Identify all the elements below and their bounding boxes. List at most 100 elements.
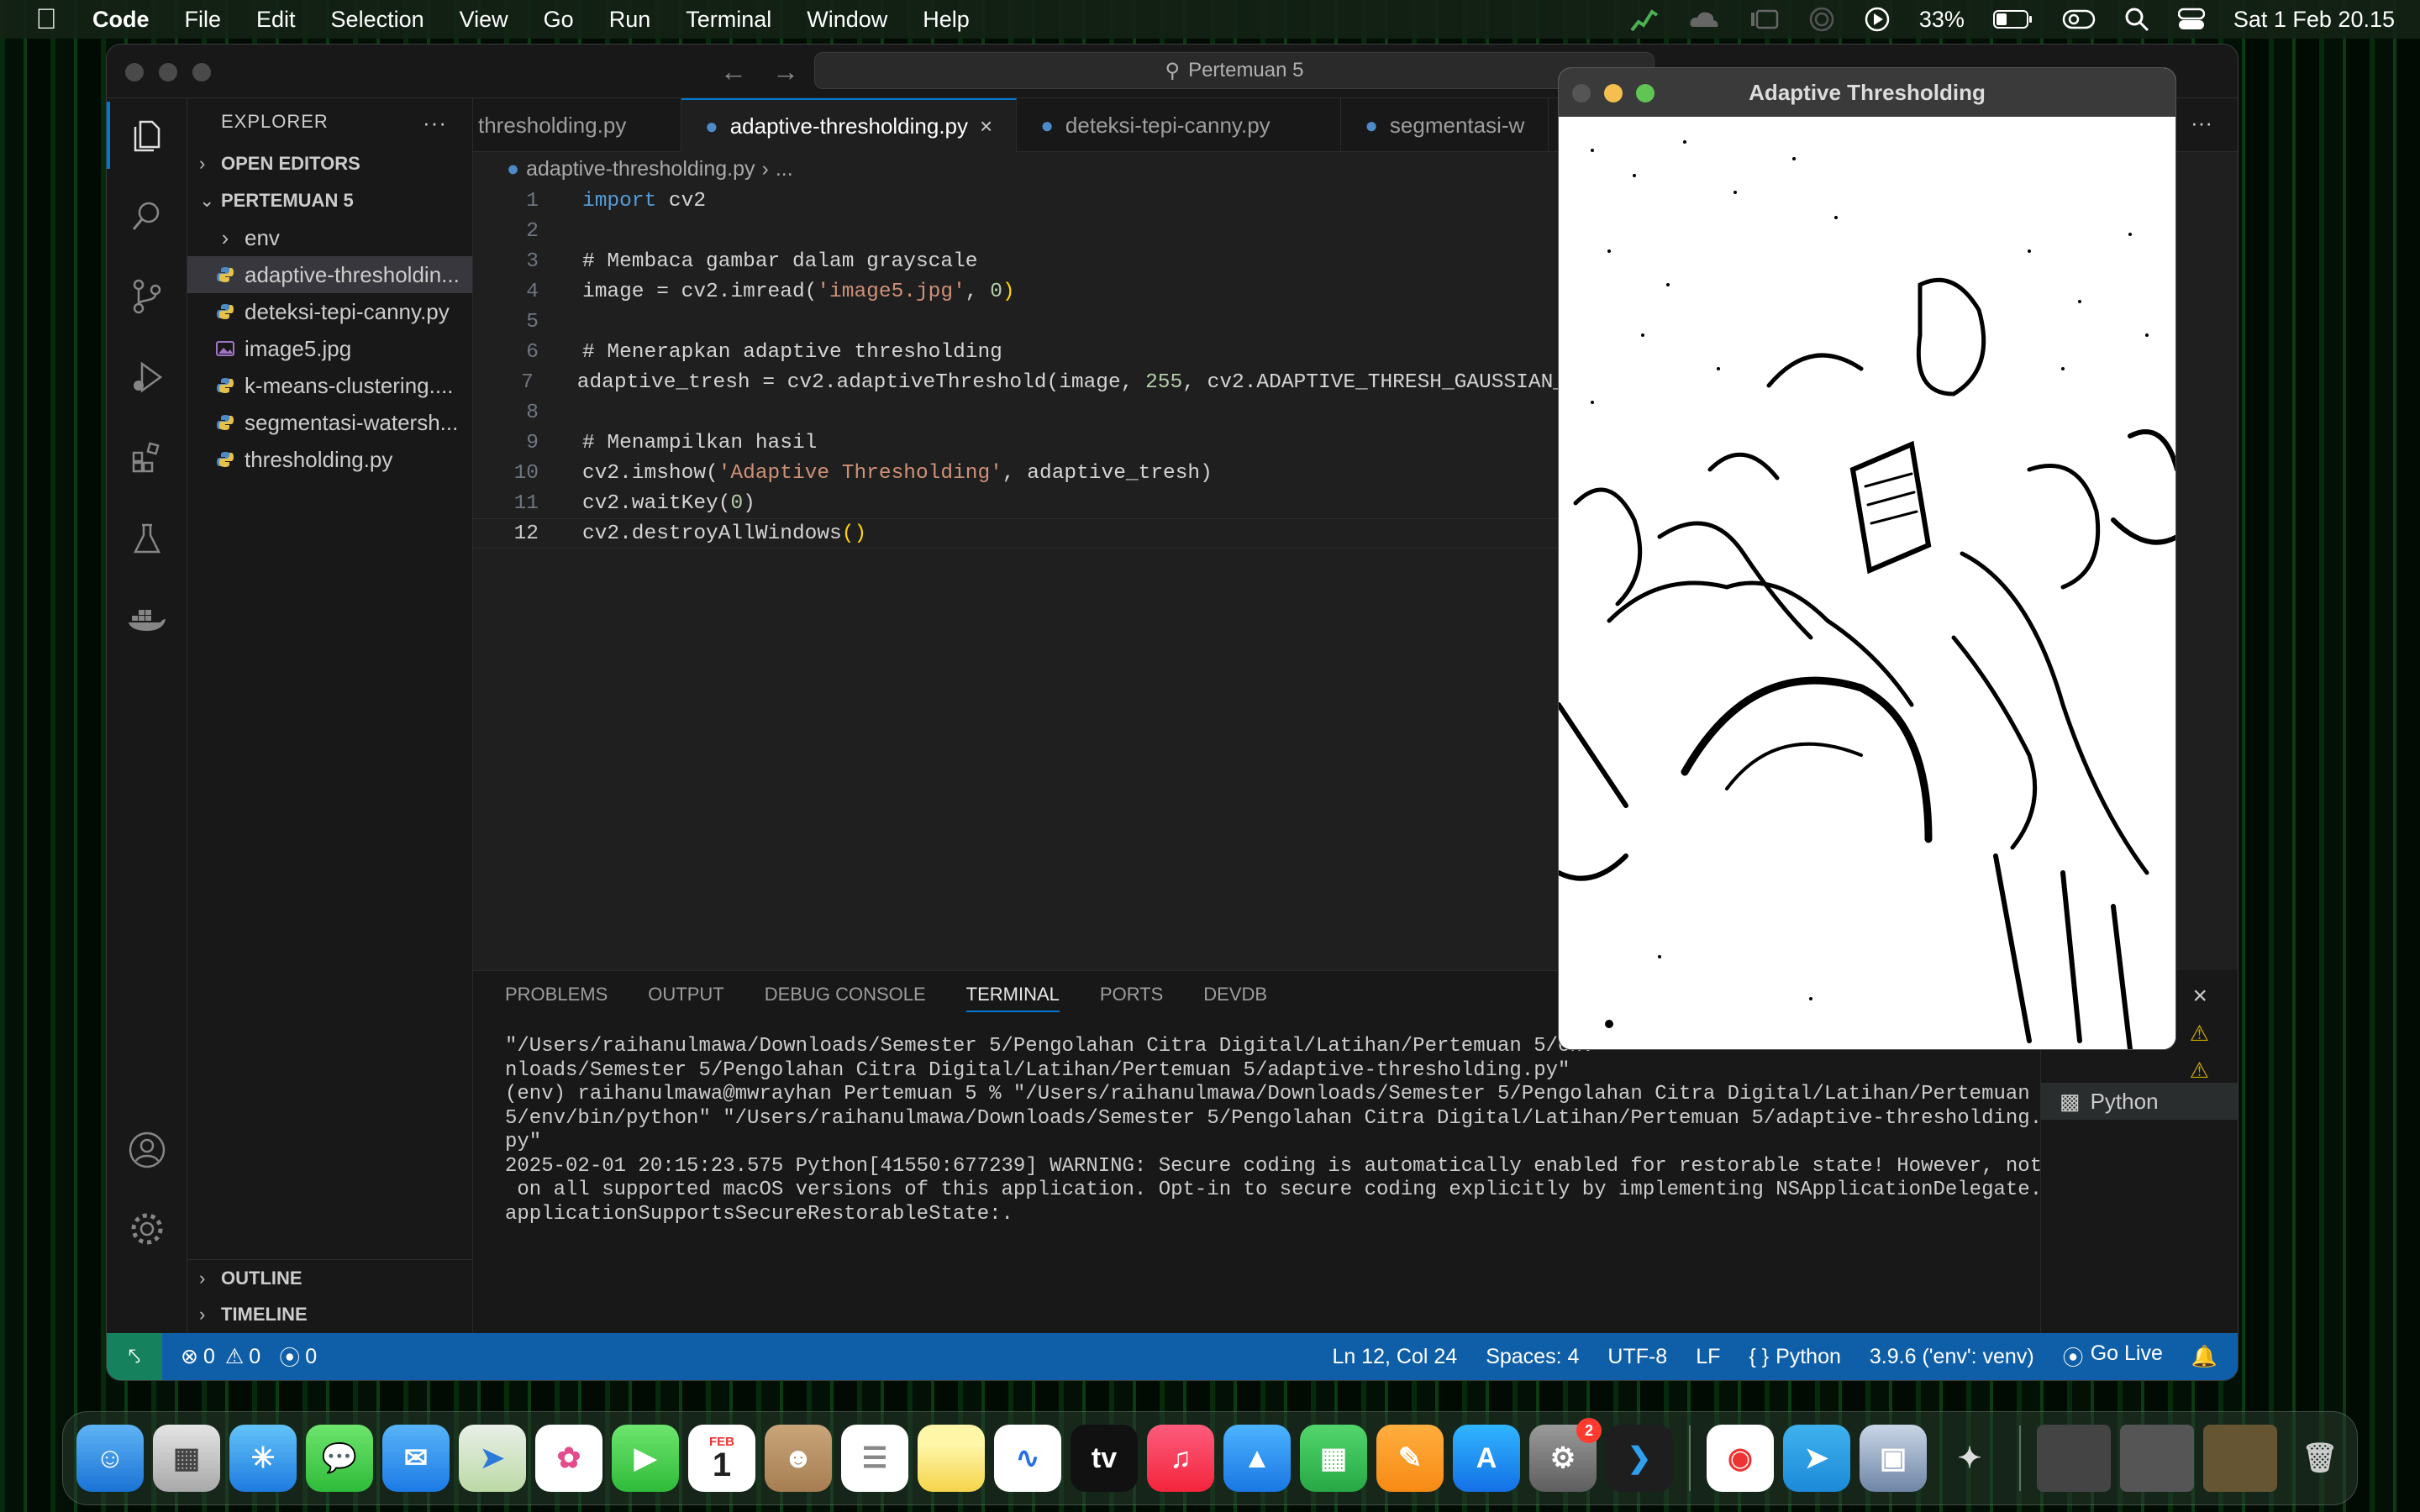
- stage-manager-icon[interactable]: [1749, 8, 1780, 31]
- terminal-instance-python[interactable]: ▩ Python: [2041, 1083, 2238, 1120]
- numbers-icon[interactable]: ▦: [1300, 1425, 1367, 1492]
- control-center-icon[interactable]: [2177, 8, 2205, 31]
- tree-item-segmentasi-watershed[interactable]: segmentasi-watersh...: [187, 404, 472, 441]
- notes-icon[interactable]: [918, 1425, 985, 1492]
- rocket-icon[interactable]: ✦: [1936, 1425, 2003, 1492]
- cloud-icon[interactable]: [1687, 8, 1721, 30]
- tab-ports[interactable]: PORTS: [1100, 984, 1163, 1005]
- python-interpreter[interactable]: 3.9.6 ('env': venv): [1870, 1345, 2034, 1369]
- zoom-window-button[interactable]: [192, 63, 211, 81]
- safari-icon[interactable]: ✳: [229, 1425, 297, 1492]
- tab-deteksi-tepi-canny[interactable]: ● deteksi-tepi-canny.py: [1017, 98, 1342, 152]
- indentation[interactable]: Spaces: 4: [1486, 1345, 1579, 1369]
- code-editor[interactable]: 1 import cv2 2 3 # Membaca gambar dalam gr…: [473, 186, 1565, 549]
- messages-icon[interactable]: 💬: [306, 1425, 373, 1492]
- tab-adaptive-thresholding[interactable]: ● adaptive-thresholding.py ×: [681, 98, 1018, 152]
- cursor-position[interactable]: Ln 12, Col 24: [1332, 1345, 1457, 1369]
- tab-debug-console[interactable]: DEBUG CONSOLE: [765, 984, 926, 1005]
- clock[interactable]: Sat 1 Feb 20.15: [2233, 7, 2395, 33]
- notifications-bell-icon[interactable]: 🔔: [2191, 1345, 2217, 1369]
- photos-icon[interactable]: ✿: [535, 1425, 602, 1492]
- chrome-icon[interactable]: ◉: [1707, 1425, 1774, 1492]
- preview-icon[interactable]: ▣: [1860, 1425, 1927, 1492]
- tree-item-k-means-clustering[interactable]: k-means-clustering....: [187, 367, 472, 404]
- tab-segmentasi[interactable]: ● segmentasi-w: [1341, 98, 1549, 152]
- menu-go[interactable]: Go: [544, 7, 574, 33]
- menu-terminal[interactable]: Terminal: [686, 7, 771, 33]
- tab-thresholding[interactable]: thresholding.py: [473, 98, 681, 152]
- close-panel-icon[interactable]: ×: [2192, 982, 2207, 1011]
- forward-arrow-icon[interactable]: →: [772, 56, 799, 87]
- zoom-window-button[interactable]: [1636, 84, 1655, 102]
- tab-output[interactable]: OUTPUT: [648, 984, 723, 1005]
- more-tabs-icon[interactable]: ···: [2191, 110, 2212, 136]
- open-editors-section[interactable]: › OPEN EDITORS: [187, 145, 472, 182]
- account-icon[interactable]: [107, 1116, 187, 1184]
- music-icon[interactable]: ♫: [1147, 1425, 1214, 1492]
- tree-item-adaptive-thresholding[interactable]: adaptive-thresholdin...: [187, 256, 472, 293]
- menu-selection[interactable]: Selection: [331, 7, 424, 33]
- calendar-icon[interactable]: FEB 1: [688, 1425, 755, 1492]
- airdrop-icon[interactable]: [1808, 6, 1835, 33]
- minimized-window-thumbnail[interactable]: [2120, 1425, 2194, 1492]
- app-store-icon[interactable]: A: [1453, 1425, 1520, 1492]
- remote-icon[interactable]: ⤣: [107, 1333, 162, 1380]
- tree-item-thresholding[interactable]: thresholding.py: [187, 441, 472, 478]
- keynote-icon[interactable]: ▲: [1223, 1425, 1291, 1492]
- freeform-icon[interactable]: ∿: [994, 1425, 1061, 1492]
- telegram-icon[interactable]: ➤: [1783, 1425, 1850, 1492]
- system-settings-icon[interactable]: ⚙ 2: [1529, 1418, 1602, 1492]
- close-window-button[interactable]: [1572, 84, 1591, 102]
- minimize-window-button[interactable]: [1604, 84, 1623, 102]
- outline-section[interactable]: › OUTLINE: [187, 1259, 472, 1296]
- facetime-icon[interactable]: ▶: [612, 1425, 679, 1492]
- spotlight-search-icon[interactable]: [2124, 7, 2149, 32]
- tree-item-deteksi-tepi-canny[interactable]: deteksi-tepi-canny.py: [187, 293, 472, 330]
- vscode-icon[interactable]: ❯: [1606, 1425, 1673, 1492]
- encoding[interactable]: UTF-8: [1607, 1345, 1667, 1369]
- minimize-window-button[interactable]: [159, 63, 177, 81]
- contacts-icon[interactable]: ☻: [765, 1425, 832, 1492]
- minimized-window-thumbnail[interactable]: [2203, 1425, 2277, 1492]
- ports-status[interactable]: ⦿ 0: [279, 1341, 317, 1372]
- search-view-icon[interactable]: [107, 182, 187, 249]
- trash-icon[interactable]: 🗑: [2286, 1425, 2354, 1492]
- close-window-button[interactable]: [125, 63, 144, 81]
- menu-window[interactable]: Window: [807, 7, 887, 33]
- run-debug-icon[interactable]: [107, 344, 187, 411]
- menu-run[interactable]: Run: [609, 7, 651, 33]
- apple-icon[interactable]: : [0, 3, 92, 36]
- play-icon[interactable]: [1864, 6, 1891, 33]
- extensions-icon[interactable]: [107, 424, 187, 491]
- source-control-icon[interactable]: [107, 263, 187, 330]
- testing-icon[interactable]: [107, 505, 187, 572]
- menu-help[interactable]: Help: [923, 7, 970, 33]
- menu-edit[interactable]: Edit: [256, 7, 296, 33]
- launchpad-icon[interactable]: ▦: [153, 1425, 220, 1492]
- end-of-line[interactable]: LF: [1696, 1345, 1720, 1369]
- menu-app-name[interactable]: Code: [92, 7, 150, 33]
- apple-tv-icon[interactable]: tv: [1071, 1425, 1138, 1492]
- screen-mirroring-icon[interactable]: [2062, 8, 2096, 31]
- mail-icon[interactable]: ✉: [382, 1425, 450, 1492]
- menu-view[interactable]: View: [460, 7, 508, 33]
- menu-file[interactable]: File: [185, 7, 222, 33]
- tab-devdb[interactable]: DEVDB: [1203, 984, 1267, 1005]
- docker-icon[interactable]: [107, 585, 187, 653]
- battery-icon[interactable]: [1992, 9, 2033, 29]
- explorer-icon[interactable]: [107, 102, 187, 169]
- breadcrumb-rest[interactable]: ...: [776, 157, 793, 181]
- language-mode[interactable]: { } Python: [1749, 1345, 1841, 1369]
- close-tab-icon[interactable]: ×: [980, 113, 992, 139]
- tree-item-image5[interactable]: image5.jpg: [187, 330, 472, 367]
- breadcrumb-file[interactable]: adaptive-thresholding.py: [526, 157, 755, 181]
- tab-terminal[interactable]: TERMINAL: [965, 984, 1060, 1012]
- tab-problems[interactable]: PROBLEMS: [505, 984, 608, 1005]
- command-center-search[interactable]: ⚲ Pertemuan 5: [814, 52, 1655, 89]
- finder-icon[interactable]: ☺: [76, 1425, 144, 1492]
- back-arrow-icon[interactable]: ←: [720, 56, 747, 87]
- folder-section[interactable]: ⌄ PERTEMUAN 5: [187, 182, 472, 219]
- minimized-window-thumbnail[interactable]: [2037, 1425, 2111, 1492]
- terminal-output[interactable]: "/Users/raihanulmawa/Downloads/Semester …: [473, 1035, 2042, 1226]
- tree-item-env[interactable]: › env: [187, 219, 472, 256]
